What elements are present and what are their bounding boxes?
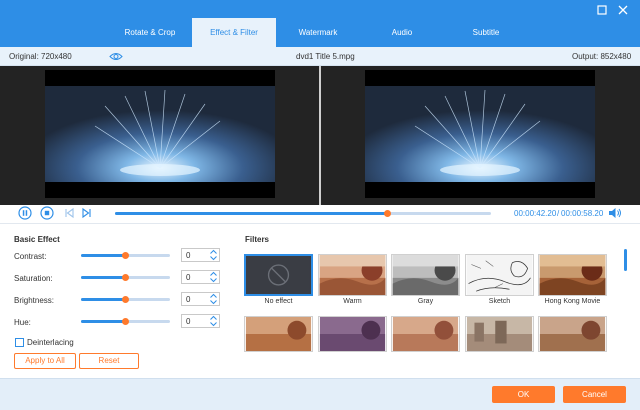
sketch-thumbnail <box>466 255 533 295</box>
tab-watermark[interactable]: Watermark <box>276 18 360 47</box>
stepper-arrows-icon[interactable] <box>209 293 218 305</box>
filters-title: Filters <box>245 235 270 244</box>
current-time: 00:00:42.20 <box>514 209 557 218</box>
filter-thumbnail[interactable] <box>391 316 460 352</box>
brightness-label: Brightness: <box>14 296 55 305</box>
cancel-button[interactable]: Cancel <box>563 386 626 403</box>
reset-button[interactable]: Reset <box>79 353 139 369</box>
info-bar: Original: 720x480 dvd1 Title 5.mpg Outpu… <box>0 47 640 66</box>
apply-to-all-button[interactable]: Apply to All <box>14 353 76 369</box>
title-bar: Rotate & Crop Effect & Filter Watermark … <box>0 0 640 47</box>
filter-no-effect[interactable] <box>244 254 313 296</box>
pause-icon[interactable] <box>18 206 32 220</box>
brightness-stepper[interactable]: 0 <box>181 292 220 306</box>
brightness-value: 0 <box>186 295 191 304</box>
section-divider <box>0 223 640 224</box>
video-editor-window: Rotate & Crop Effect & Filter Watermark … <box>0 0 640 410</box>
brightness-slider-handle[interactable] <box>122 296 129 303</box>
hue-value: 0 <box>186 317 191 326</box>
saturation-slider-handle[interactable] <box>122 274 129 281</box>
filter-name-warm: Warm <box>343 298 362 305</box>
stepper-arrows-icon[interactable] <box>209 315 218 327</box>
playback-progress-handle[interactable] <box>383 210 391 217</box>
brightness-slider-fill <box>81 298 126 301</box>
stop-icon[interactable] <box>40 206 54 220</box>
contrast-label: Contrast: <box>14 252 47 261</box>
previous-icon[interactable] <box>62 206 76 220</box>
filter-preview <box>319 317 386 351</box>
hong-kong-movie-thumbnail <box>539 255 606 295</box>
saturation-stepper[interactable]: 0 <box>181 270 220 284</box>
ok-button[interactable]: OK <box>492 386 555 403</box>
saturation-label: Saturation: <box>14 274 53 283</box>
original-video-frame <box>45 70 275 198</box>
dialog-footer: OK Cancel <box>0 378 640 410</box>
volume-icon[interactable] <box>608 207 622 219</box>
playback-progress-fill <box>115 211 388 215</box>
filter-preview <box>466 317 533 351</box>
hue-slider-handle[interactable] <box>122 318 129 325</box>
filter-thumbnail[interactable] <box>318 316 387 352</box>
hue-label: Hue: <box>14 318 31 327</box>
stepper-arrows-icon[interactable] <box>209 249 218 261</box>
original-video-image <box>45 86 275 182</box>
filter-thumbnail[interactable] <box>538 316 607 352</box>
hue-slider-fill <box>81 320 126 323</box>
deinterlacing-label[interactable]: Deinterlacing <box>27 338 74 347</box>
filter-gray[interactable] <box>391 254 460 296</box>
filters-scrollbar[interactable] <box>624 249 627 271</box>
filter-sketch[interactable] <box>465 254 534 296</box>
contrast-stepper[interactable]: 0 <box>181 248 220 262</box>
filter-hong-kong-movie[interactable] <box>538 254 607 296</box>
tab-subtitle[interactable]: Subtitle <box>444 18 528 47</box>
eye-icon[interactable] <box>109 51 123 62</box>
total-time: 00:00:58.20 <box>561 209 604 218</box>
contrast-slider-fill <box>81 254 126 257</box>
playback-progress-track[interactable] <box>115 211 491 215</box>
stepper-arrows-icon[interactable] <box>209 271 218 283</box>
output-video-image <box>365 86 595 182</box>
tab-bar: Rotate & Crop Effect & Filter Watermark … <box>108 18 528 47</box>
output-video-frame <box>365 70 595 198</box>
tab-rotate-crop[interactable]: Rotate & Crop <box>108 18 192 47</box>
filter-name-no-effect: No effect <box>264 298 293 305</box>
saturation-slider-fill <box>81 276 126 279</box>
original-resolution: Original: 720x480 <box>9 52 72 61</box>
contrast-value: 0 <box>186 251 191 260</box>
deinterlacing-checkbox[interactable] <box>15 338 24 347</box>
basic-effect-title: Basic Effect <box>14 235 60 244</box>
output-resolution: Output: 852x480 <box>572 52 632 61</box>
filter-name-hong-kong-movie: Hong Kong Movie <box>544 298 601 305</box>
filter-preview <box>539 317 606 351</box>
time-separator: / <box>557 209 560 218</box>
filter-warm[interactable] <box>318 254 387 296</box>
contrast-slider-handle[interactable] <box>122 252 129 259</box>
filter-name-sketch: Sketch <box>488 298 511 305</box>
tab-audio[interactable]: Audio <box>360 18 444 47</box>
filter-name-gray: Gray <box>417 298 434 305</box>
filter-preview <box>392 317 459 351</box>
warm-thumbnail <box>319 255 386 295</box>
filter-thumbnail[interactable] <box>465 316 534 352</box>
no-entry-icon <box>247 256 310 294</box>
file-name: dvd1 Title 5.mpg <box>296 52 355 61</box>
close-icon[interactable] <box>617 4 629 16</box>
preview-divider <box>319 66 321 205</box>
filter-thumbnail[interactable] <box>244 316 313 352</box>
hue-stepper[interactable]: 0 <box>181 314 220 328</box>
maximize-icon[interactable] <box>596 4 608 16</box>
gray-thumbnail <box>392 255 459 295</box>
next-icon[interactable] <box>80 206 94 220</box>
filter-preview <box>245 317 312 351</box>
tab-effect-filter[interactable]: Effect & Filter <box>192 18 276 47</box>
saturation-value: 0 <box>186 273 191 282</box>
